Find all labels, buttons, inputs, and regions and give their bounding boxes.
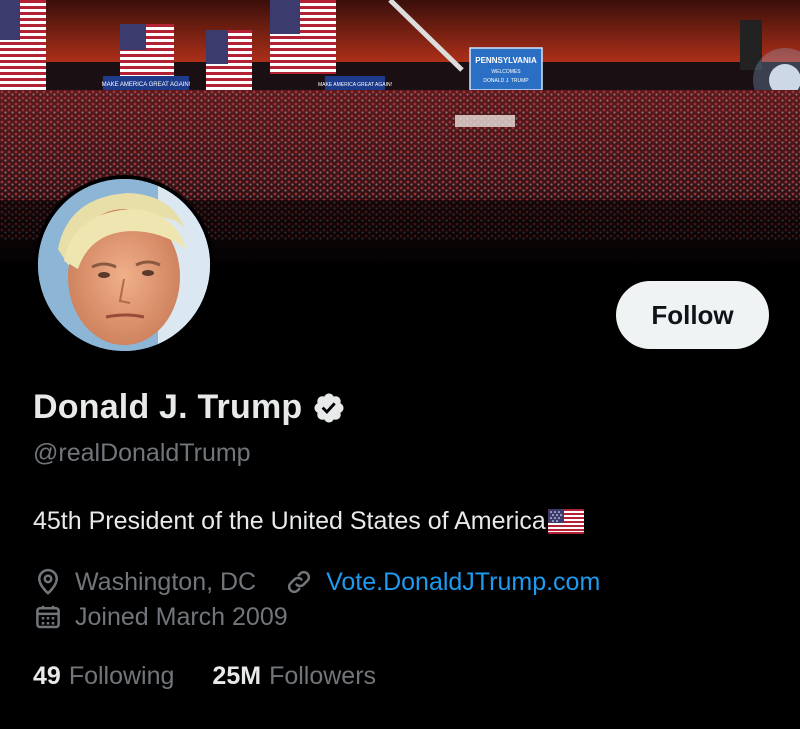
profile-name-row: Donald J. Trump	[33, 388, 346, 427]
verified-badge-icon[interactable]	[312, 391, 346, 425]
following-label: Following	[68, 662, 175, 690]
followers-count: 25M	[212, 662, 262, 690]
profile-meta-row: Washington, DC Vote.DonaldJTrump.com	[33, 567, 600, 597]
website-link[interactable]: Vote.DonaldJTrump.com	[326, 568, 600, 597]
svg-text:MAKE AMERICA GREAT AGAIN!: MAKE AMERICA GREAT AGAIN!	[318, 82, 392, 88]
followers-label: Followers	[269, 662, 377, 690]
follow-stats: 49 Following 25M Followers	[33, 662, 376, 691]
display-name: Donald J. Trump	[33, 388, 303, 426]
followers-link[interactable]: 25M Followers	[212, 662, 376, 691]
svg-text:DONALD J. TRUMP: DONALD J. TRUMP	[483, 78, 529, 84]
svg-text:PENNSYLVANIA: PENNSYLVANIA	[475, 56, 537, 65]
banner-flag	[120, 24, 174, 76]
location-text: Washington, DC	[75, 567, 257, 596]
joined-date: Joined March 2009	[75, 602, 288, 631]
avatar[interactable]	[34, 175, 214, 355]
banner-flag	[270, 0, 336, 74]
banner-flag	[0, 0, 46, 92]
bio-text: 45th President of the United States of A…	[33, 507, 546, 535]
follow-button[interactable]: Follow	[616, 281, 769, 349]
portrait-photo	[38, 179, 210, 351]
profile-joined-row: Joined March 2009	[33, 602, 288, 632]
link-icon	[284, 567, 314, 597]
profile-bio: 45th President of the United States of A…	[33, 507, 584, 536]
calendar-icon	[33, 602, 63, 632]
svg-text:MAKE AMERICA GREAT AGAIN!: MAKE AMERICA GREAT AGAIN!	[102, 82, 191, 88]
username-handle: @realDonaldTrump	[33, 439, 251, 467]
us-flag-emoji	[547, 509, 584, 534]
following-link[interactable]: 49 Following	[33, 662, 174, 691]
location-pin-icon	[33, 567, 63, 597]
svg-text:WELCOMES: WELCOMES	[491, 69, 521, 75]
following-count: 49	[33, 662, 61, 690]
